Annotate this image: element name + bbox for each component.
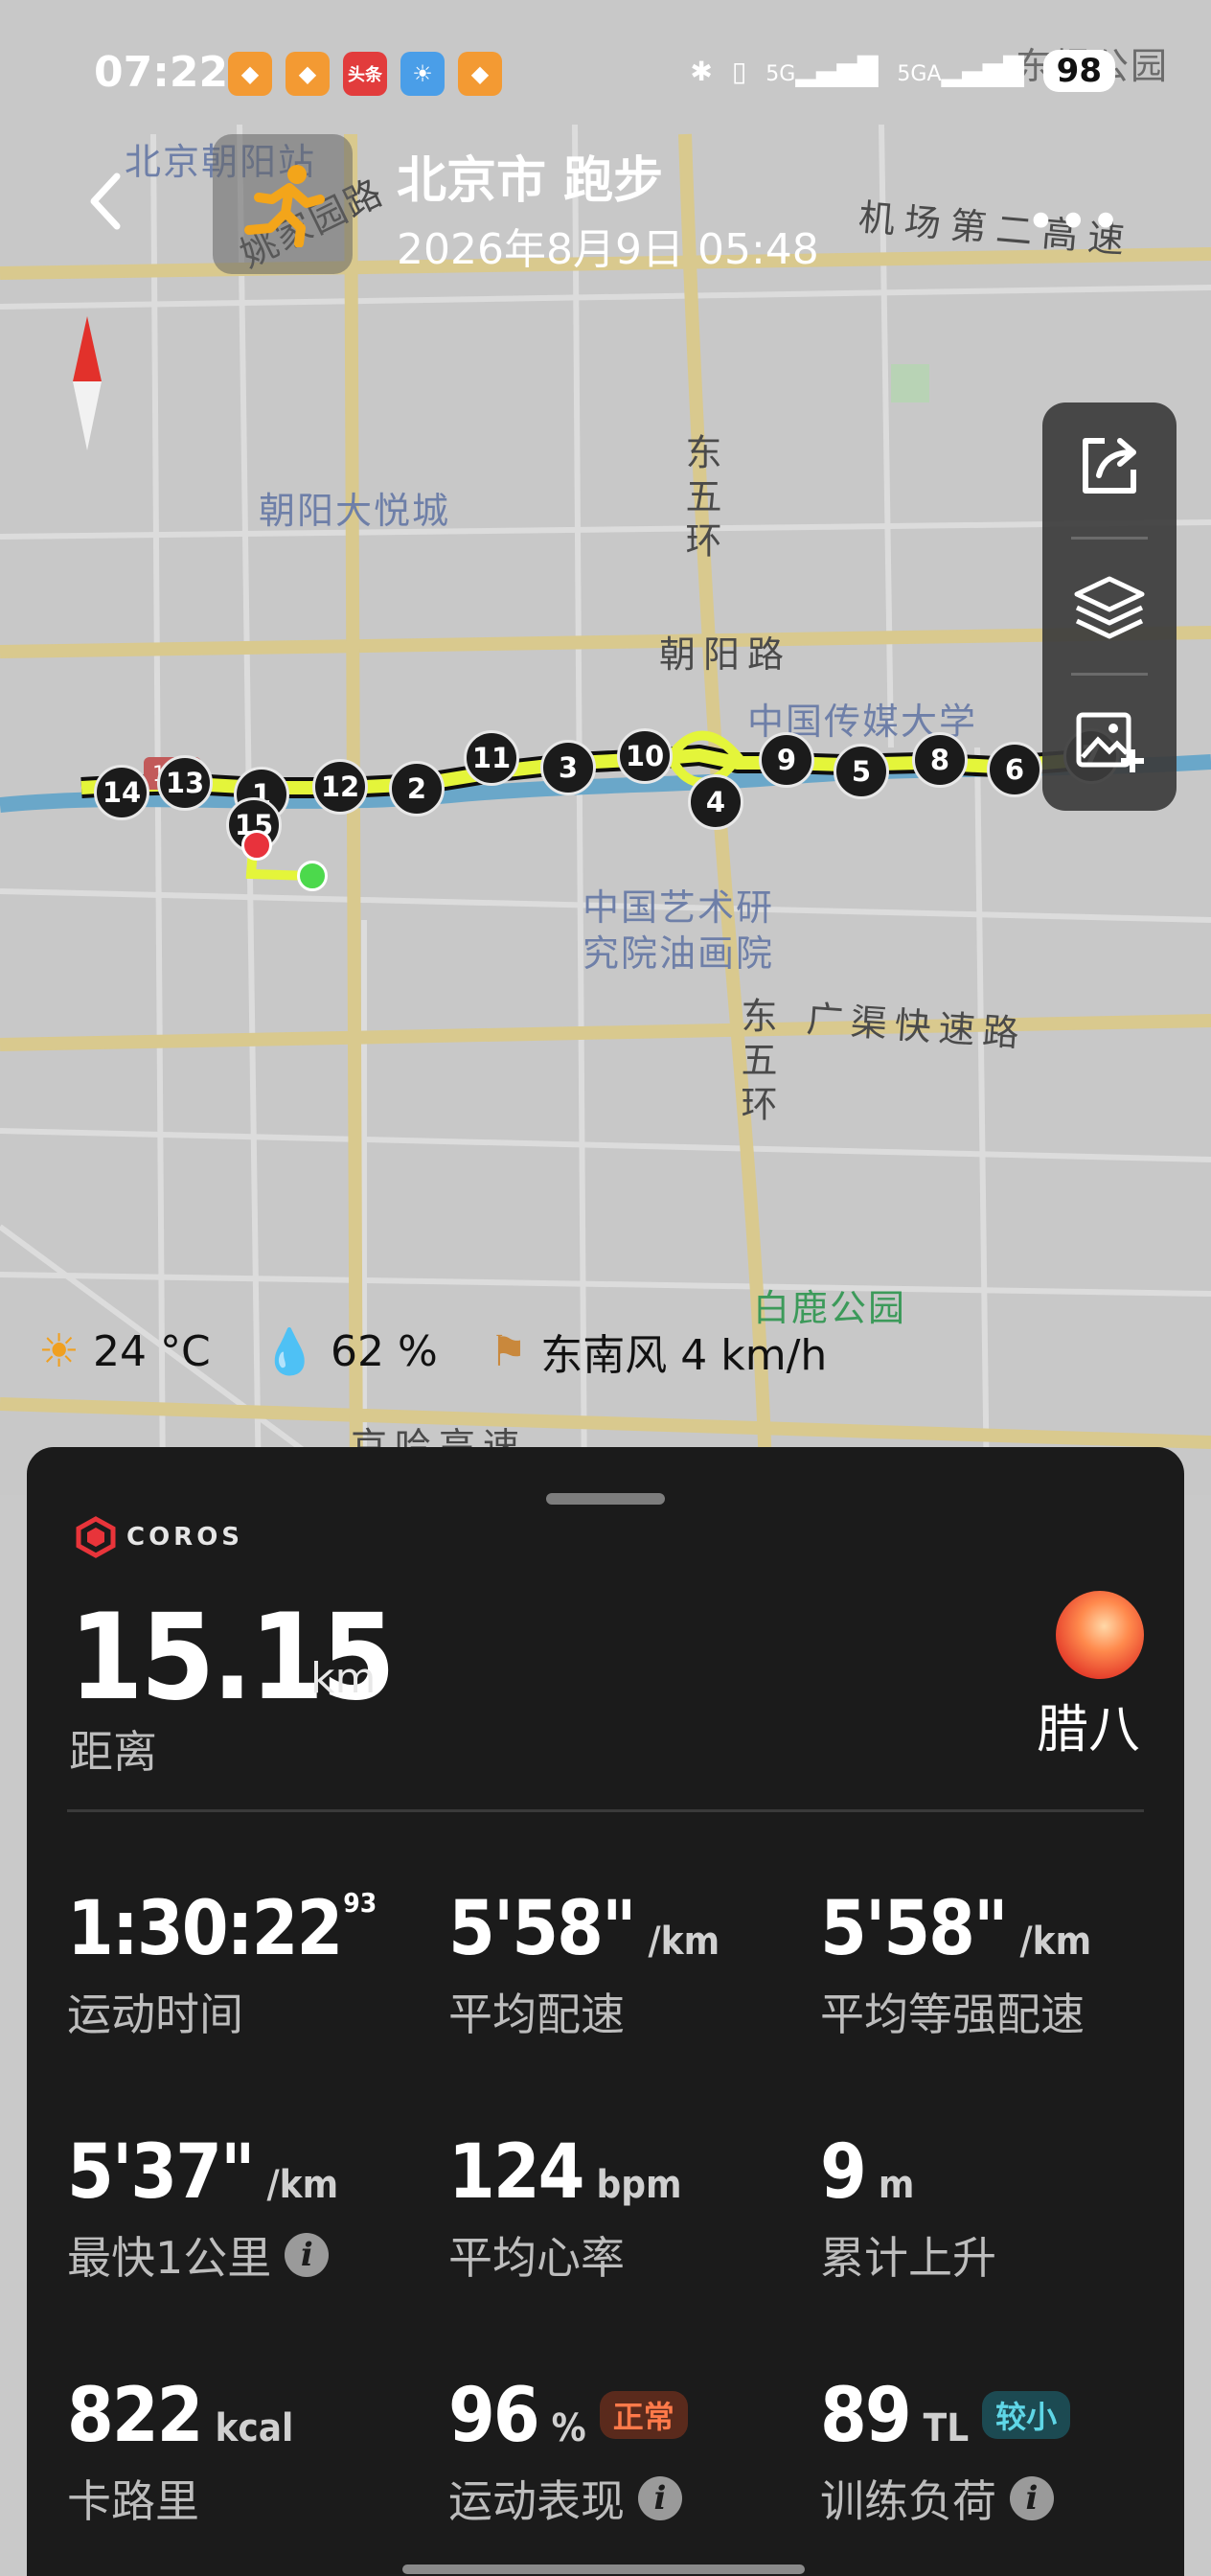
wind-icon: ⚑	[489, 1326, 528, 1376]
stat-avg-pace: 5'58"/km 平均配速	[448, 1886, 720, 2040]
compass-icon[interactable]	[63, 316, 111, 450]
user-name: 腊八	[1037, 1699, 1140, 1760]
map-label-east5-top: 东五环	[679, 433, 721, 565]
info-icon[interactable]: i	[285, 2233, 330, 2277]
status-right: ✱ ▯ 5G▂▄▆█ 5GA▂▄▆█ 98	[690, 50, 1115, 92]
toutiao-icon: 头条	[343, 52, 387, 96]
temperature-item: ☀ 24 °C	[38, 1324, 211, 1378]
map-label-chaoyang-road: 朝阳路	[659, 633, 792, 676]
km-marker[interactable]: 2	[389, 761, 445, 816]
battery-indicator: 98	[1042, 50, 1115, 92]
coros-logo-icon	[76, 1516, 116, 1558]
map-toolbar	[1042, 402, 1177, 811]
map-label-art-academy-1: 中国艺术研	[583, 886, 775, 929]
stat-fastest-km[interactable]: 5'37"/km 最快1公里 i	[67, 2129, 338, 2287]
back-button[interactable]	[77, 163, 134, 240]
humidity-value: 62 %	[331, 1326, 438, 1376]
km-marker[interactable]: 5	[834, 744, 889, 799]
weather-app-icon: ☀	[400, 52, 445, 96]
divider	[67, 1809, 1144, 1812]
map-label-joy-city: 朝阳大悦城	[259, 490, 451, 532]
signal-icon-2: 5GA▂▄▆█	[897, 55, 1024, 87]
km-marker[interactable]: 8	[912, 732, 968, 788]
page-title: 北京市 跑步	[397, 152, 664, 210]
km-marker[interactable]: 14	[94, 765, 149, 820]
humidity-item: 💧 62 %	[263, 1325, 438, 1378]
weather-info: ☀ 24 °C 💧 62 % ⚑ 东南风 4 km/h	[38, 1322, 861, 1380]
chevron-left-icon	[90, 172, 121, 230]
layers-icon	[1074, 576, 1145, 639]
app-icon: ◆	[286, 52, 330, 96]
status-bar: 07:22 ◆ ◆ 头条 ☀ ◆ ✱ ▯ 5G▂▄▆█ 5GA▂▄▆█ 98	[0, 0, 1211, 134]
running-icon	[213, 134, 353, 274]
distance-label: 距离	[69, 1726, 157, 1778]
app-icon: ◆	[458, 52, 502, 96]
add-image-button[interactable]	[1042, 680, 1177, 805]
activity-datetime: 2026年8月9日 05:48	[397, 225, 819, 274]
header: 北京市 跑步 2026年8月9日 05:48 •••	[0, 134, 1211, 288]
activity-summary-card[interactable]: COROS 15.15 km 距离 腊八 1:30:2293 运动时间 5'58…	[27, 1447, 1184, 2576]
km-marker[interactable]: 13	[157, 755, 213, 811]
map-label-art-academy-2: 究院油画院	[583, 932, 775, 975]
start-point-marker	[297, 861, 328, 891]
km-marker[interactable]: 6	[987, 742, 1042, 797]
share-icon	[1083, 438, 1136, 494]
km-marker[interactable]: 11	[464, 730, 519, 786]
add-image-icon	[1076, 712, 1144, 772]
info-icon[interactable]: i	[638, 2476, 682, 2520]
status-badge: 正常	[599, 2391, 688, 2439]
layers-button[interactable]	[1042, 544, 1177, 669]
vibrate-icon: ▯	[731, 55, 747, 87]
map-label-east5-bottom: 东五环	[735, 997, 777, 1129]
stat-calories: 822 kcal 卡路里	[67, 2373, 294, 2527]
distance-unit: km	[310, 1654, 377, 1703]
bluetooth-icon: ✱	[690, 55, 713, 87]
stat-elevation-gain: 9m 累计上升	[820, 2129, 996, 2284]
home-indicator[interactable]	[402, 2564, 805, 2574]
km-marker[interactable]: 12	[312, 759, 368, 815]
stat-duration: 1:30:2293 运动时间	[67, 1886, 377, 2040]
app-icon: ◆	[228, 52, 272, 96]
info-icon[interactable]: i	[1010, 2476, 1054, 2520]
status-badge: 较小	[982, 2391, 1071, 2439]
km-marker[interactable]: 9	[759, 732, 814, 788]
stat-performance[interactable]: 96% 正常 运动表现 i	[448, 2373, 688, 2530]
status-time: 07:22	[94, 48, 229, 97]
stat-training-load[interactable]: 89 TL 较小 训练负荷 i	[820, 2373, 1071, 2530]
more-options-button[interactable]: •••	[1025, 192, 1123, 252]
avatar[interactable]	[1056, 1591, 1144, 1679]
km-marker[interactable]: 10	[617, 728, 673, 784]
stat-avg-heart-rate: 124 bpm 平均心率	[448, 2129, 682, 2284]
km-marker[interactable]: 3	[540, 740, 596, 795]
wind-value: 东南风 4 km/h	[540, 1331, 828, 1380]
km-marker[interactable]: 4	[688, 774, 743, 830]
wind-item: ⚑ 东南风 4 km/h	[490, 1321, 827, 1382]
sun-icon: ☀	[38, 1324, 80, 1378]
coros-logo: COROS	[75, 1516, 243, 1558]
humidity-icon: 💧	[262, 1324, 318, 1377]
drag-handle[interactable]	[546, 1493, 665, 1505]
signal-icon: 5G▂▄▆█	[765, 55, 879, 87]
end-point-marker	[241, 830, 272, 861]
temperature-value: 24 °C	[93, 1326, 211, 1376]
share-button[interactable]	[1042, 402, 1177, 527]
stat-avg-grade-pace: 5'58"/km 平均等强配速	[820, 1886, 1092, 2040]
